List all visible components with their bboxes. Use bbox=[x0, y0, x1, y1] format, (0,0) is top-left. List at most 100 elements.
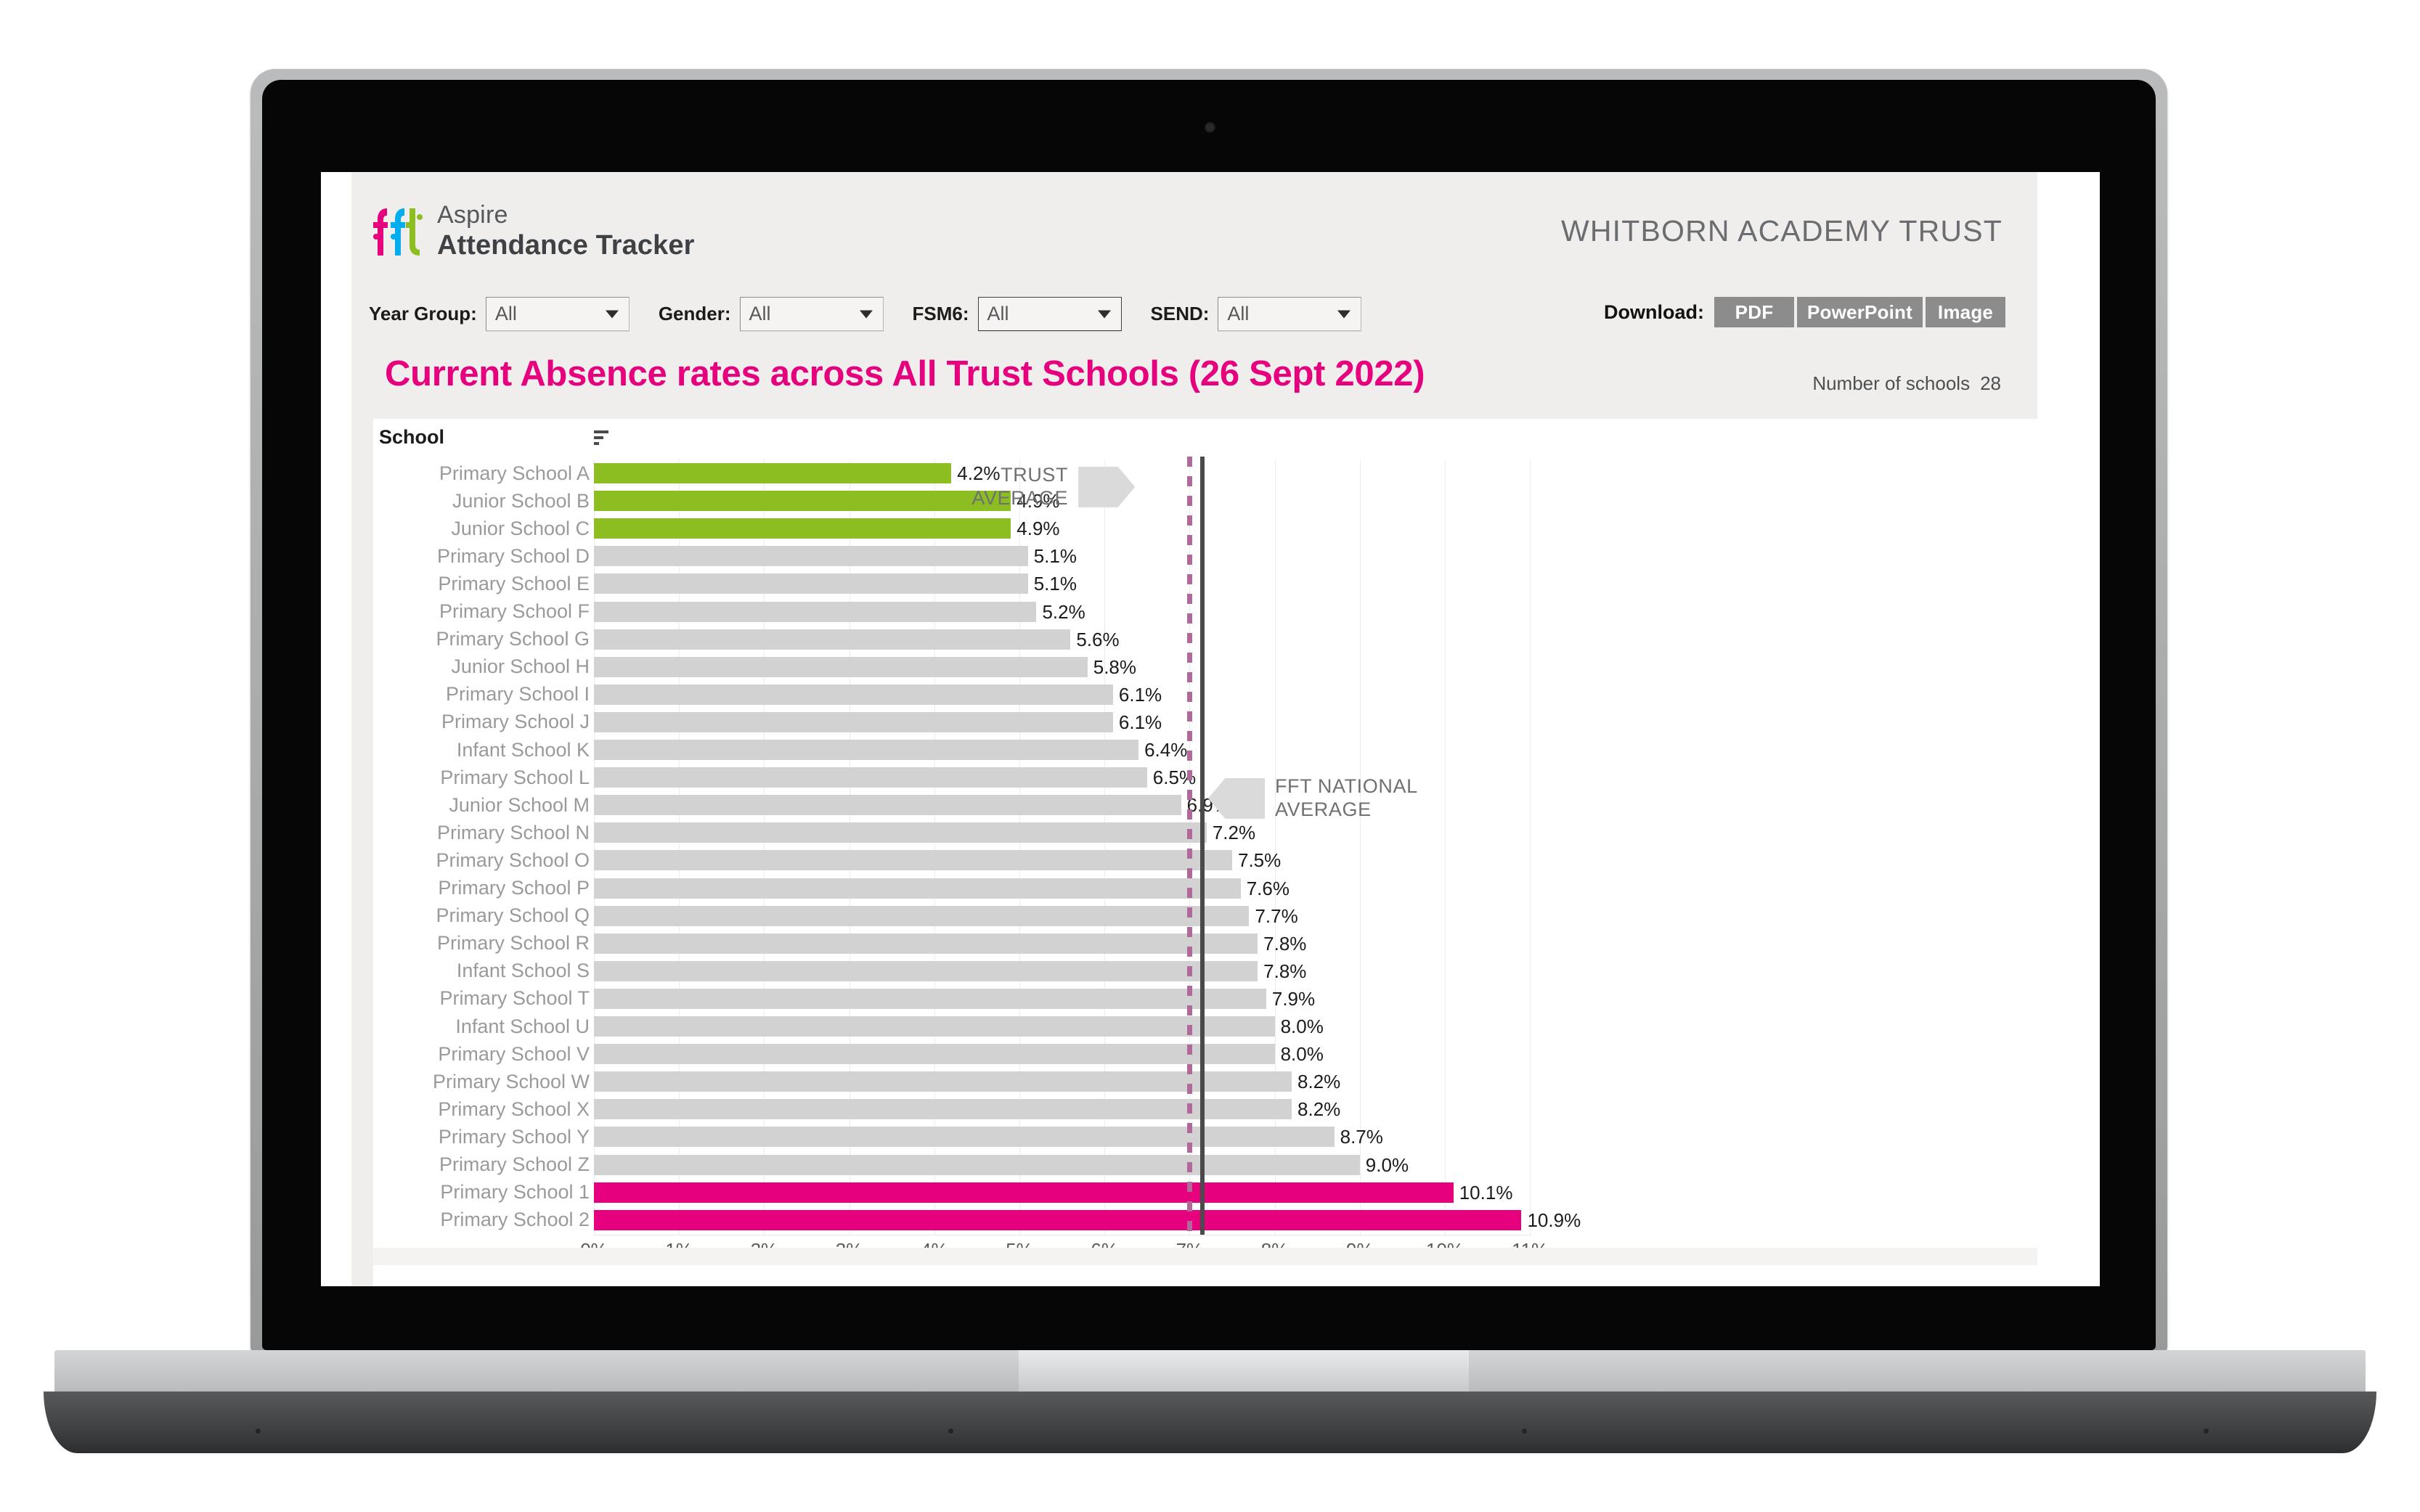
filter-bar: Year Group: All Gender: All FSM6: All SE… bbox=[369, 297, 1362, 331]
bar-value-label: 7.8% bbox=[1263, 960, 1307, 982]
laptop-base-bottom bbox=[44, 1392, 2376, 1453]
bar[interactable] bbox=[594, 740, 1139, 760]
bar[interactable] bbox=[594, 988, 1266, 1009]
download-label: Download: bbox=[1604, 301, 1704, 323]
laptop-foot bbox=[2204, 1429, 2209, 1434]
gridline bbox=[1359, 459, 1361, 1235]
bar[interactable] bbox=[594, 629, 1071, 650]
bar[interactable] bbox=[594, 850, 1232, 871]
bar[interactable] bbox=[594, 795, 1181, 816]
bar-value-label: 5.2% bbox=[1042, 600, 1085, 623]
bar[interactable] bbox=[594, 1127, 1335, 1148]
category-label: Primary School G bbox=[436, 628, 590, 650]
brand-line-aspire: Aspire bbox=[437, 201, 508, 229]
category-label: Junior School C bbox=[451, 517, 590, 539]
trust-average-reference-line bbox=[1187, 457, 1193, 1235]
category-label: Primary School R bbox=[436, 932, 590, 955]
bar[interactable] bbox=[594, 1209, 1522, 1230]
trust-average-callout-text: TRUST AVERAGE bbox=[971, 464, 1069, 509]
category-label: Primary School D bbox=[436, 544, 590, 567]
category-label: Primary School 2 bbox=[440, 1209, 590, 1231]
chevron-down-icon bbox=[605, 310, 619, 318]
bar[interactable] bbox=[594, 463, 952, 483]
bar-value-label: 6.1% bbox=[1118, 683, 1162, 706]
bar[interactable] bbox=[594, 684, 1113, 705]
bar[interactable] bbox=[594, 1016, 1275, 1037]
category-label: Primary School W bbox=[432, 1070, 590, 1092]
download-bar: Download: PDF PowerPoint Image bbox=[1604, 297, 2005, 327]
arrow-right-icon bbox=[1078, 466, 1136, 507]
bar[interactable] bbox=[594, 905, 1250, 926]
screenshot-stage: Aspire Attendance Tracker WHITBORN ACADE… bbox=[0, 0, 2420, 1512]
bar-value-label: 6.4% bbox=[1144, 739, 1188, 761]
fsm6-select[interactable]: All bbox=[977, 297, 1122, 331]
bar-value-label: 5.8% bbox=[1093, 655, 1137, 678]
bar-value-label: 4.9% bbox=[1017, 518, 1060, 540]
bar-value-label: 10.1% bbox=[1459, 1181, 1513, 1204]
category-label: Primary School P bbox=[438, 877, 590, 899]
bar[interactable] bbox=[594, 933, 1258, 954]
fft-aspire-logo-icon bbox=[373, 208, 423, 256]
category-label: Primary School V bbox=[438, 1042, 590, 1065]
category-label: Primary School T bbox=[439, 987, 590, 1010]
category-label: Infant School K bbox=[456, 738, 590, 761]
bar[interactable] bbox=[594, 822, 1207, 843]
bar[interactable] bbox=[594, 767, 1147, 788]
brand-logo-text: Aspire Attendance Tracker bbox=[437, 203, 695, 259]
bar[interactable] bbox=[594, 601, 1037, 622]
laptop-foot bbox=[948, 1429, 953, 1434]
download-image-button[interactable]: Image bbox=[1926, 297, 2005, 327]
sort-descending-icon[interactable] bbox=[591, 430, 610, 446]
download-pdf-button[interactable]: PDF bbox=[1714, 297, 1794, 327]
bar[interactable] bbox=[594, 546, 1028, 567]
bar-value-label: 5.6% bbox=[1076, 628, 1120, 650]
filter-label-gender: Gender: bbox=[658, 303, 731, 324]
national-average-reference-line bbox=[1199, 457, 1205, 1235]
send-value: All bbox=[1227, 303, 1250, 324]
bar[interactable] bbox=[594, 1182, 1454, 1203]
bars-canvas: 4.2% 4.9% 4.9% 5.1% 5.1% 5.2% 5.6% 5.8% 6.1% 6.1%… bbox=[594, 457, 2027, 1235]
brand-logo-block: Aspire Attendance Tracker bbox=[367, 203, 695, 259]
bar-value-label: 5.1% bbox=[1033, 573, 1077, 595]
bar-value-label: 5.1% bbox=[1033, 545, 1077, 568]
bar[interactable] bbox=[594, 656, 1088, 677]
filter-label-year-group: Year Group: bbox=[369, 303, 477, 324]
bar[interactable] bbox=[594, 711, 1113, 732]
school-column-header[interactable]: School bbox=[379, 426, 619, 449]
bar-value-label: 9.0% bbox=[1365, 1153, 1409, 1176]
chart-panel: School Primary School A Junior School B Ju… bbox=[351, 419, 2037, 1286]
bar-value-label: 8.7% bbox=[1340, 1126, 1383, 1148]
download-powerpoint-button[interactable]: PowerPoint bbox=[1796, 297, 1923, 327]
category-label: Primary School Y bbox=[438, 1125, 590, 1148]
bar-value-label: 7.5% bbox=[1238, 849, 1282, 872]
number-of-schools: Number of schools 28 bbox=[1812, 372, 2001, 395]
year-group-select[interactable]: All bbox=[485, 297, 630, 331]
gender-select[interactable]: All bbox=[739, 297, 884, 331]
bar[interactable] bbox=[594, 491, 1011, 512]
panel-bottom-band bbox=[373, 1248, 2037, 1265]
national-average-callout: FFT NATIONAL AVERAGE bbox=[1207, 775, 1418, 822]
page-title: Current Absence rates across All Trust S… bbox=[385, 354, 1425, 393]
gridline bbox=[1445, 459, 1446, 1235]
bar[interactable] bbox=[594, 878, 1241, 899]
bar[interactable] bbox=[594, 573, 1028, 594]
category-label: Infant School U bbox=[455, 1015, 590, 1037]
category-label: Primary School E bbox=[438, 572, 590, 594]
category-label: Infant School S bbox=[456, 960, 590, 982]
bar[interactable] bbox=[594, 1044, 1275, 1065]
category-label: Primary School J bbox=[441, 711, 590, 733]
bar[interactable] bbox=[594, 518, 1011, 539]
school-column-label: School bbox=[379, 426, 445, 448]
bar-value-label: 6.1% bbox=[1118, 711, 1162, 733]
bar-value-label: 8.2% bbox=[1297, 1098, 1341, 1121]
category-label: Junior School M bbox=[449, 793, 590, 816]
category-label: Primary School O bbox=[436, 849, 590, 871]
category-label: Primary School 1 bbox=[440, 1181, 590, 1204]
plot-area: 4.2% 4.9% 4.9% 5.1% 5.1% 5.2% 5.6% 5.8% 6.1% 6.1%… bbox=[594, 457, 1581, 1235]
chevron-down-icon bbox=[859, 310, 873, 318]
bar[interactable] bbox=[594, 960, 1258, 981]
brand-line-product: Attendance Tracker bbox=[437, 230, 695, 261]
bar[interactable] bbox=[594, 1154, 1360, 1175]
chevron-down-icon bbox=[1097, 310, 1111, 318]
send-select[interactable]: All bbox=[1218, 297, 1362, 331]
